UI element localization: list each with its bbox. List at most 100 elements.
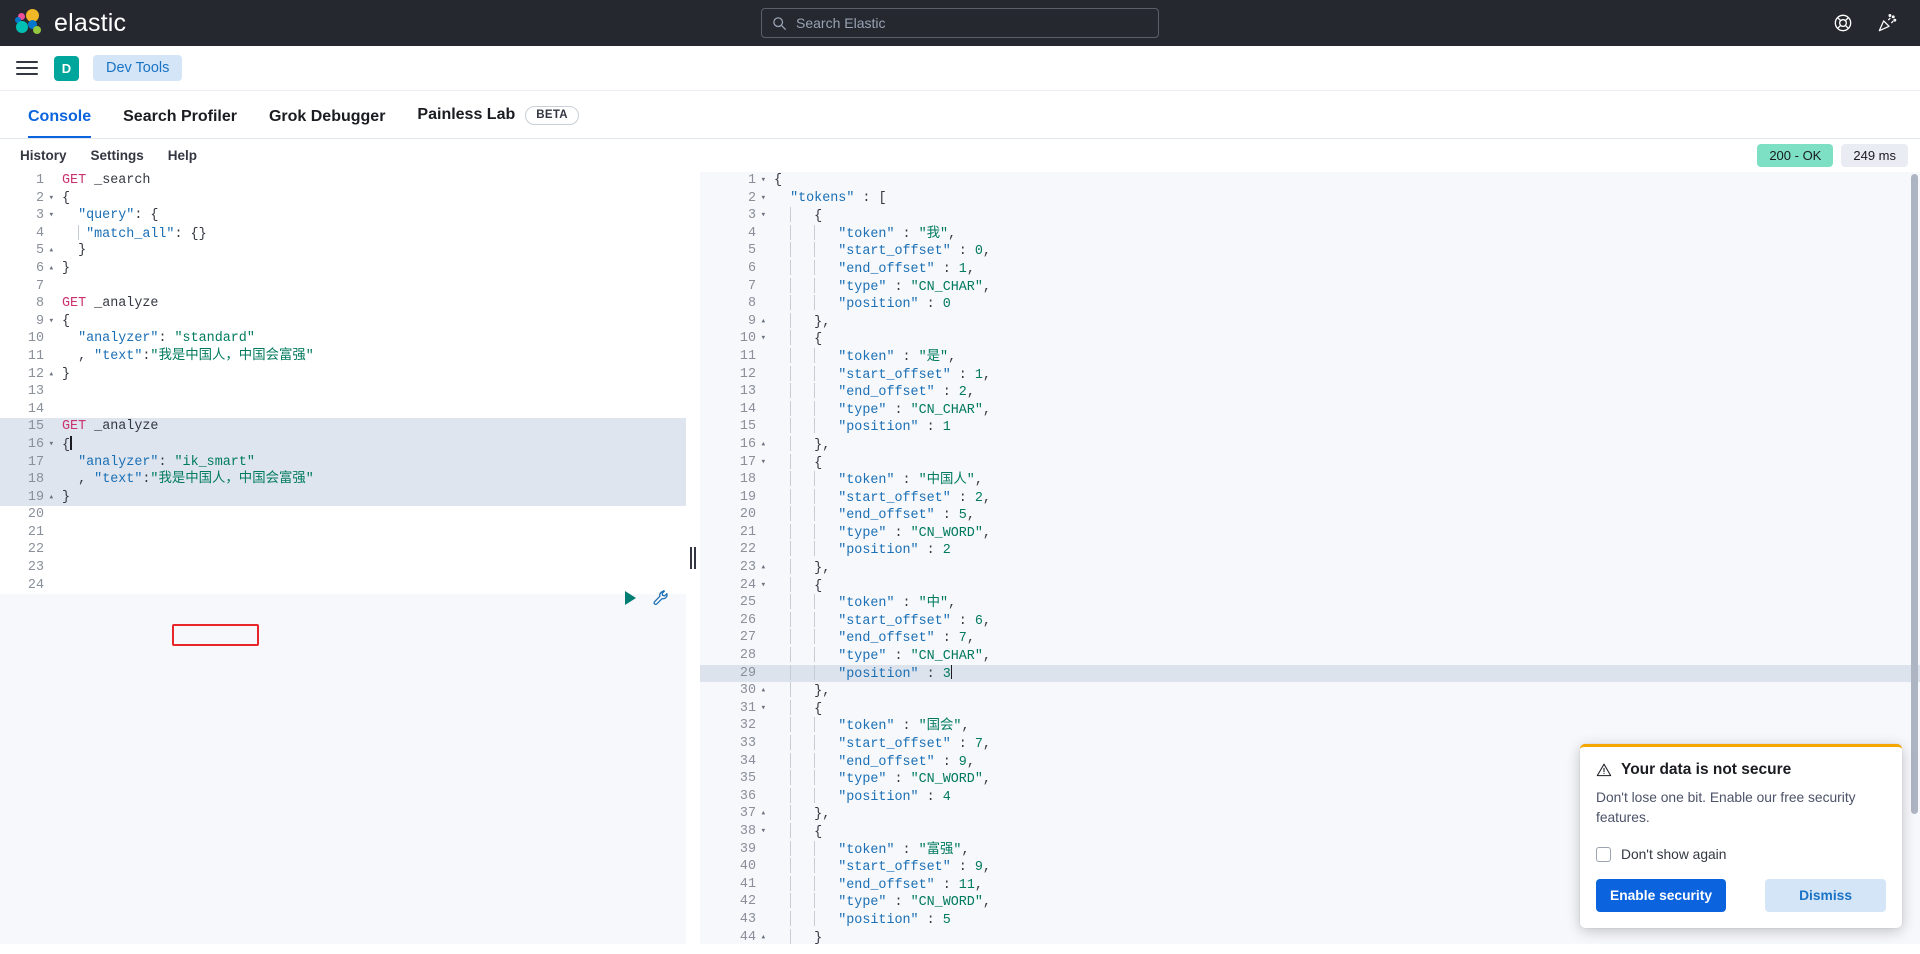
submenu-settings[interactable]: Settings xyxy=(81,145,154,166)
code-line[interactable]: 28 "type" : "CN_CHAR", xyxy=(700,647,1920,665)
code-line[interactable]: 18 , "text":"我是中国人，中国会富强" xyxy=(0,471,686,489)
submenu-history[interactable]: History xyxy=(10,145,77,166)
party-popper-icon[interactable] xyxy=(1876,12,1898,34)
code-line[interactable]: 9 ▴ }, xyxy=(700,312,1920,331)
menu-icon[interactable] xyxy=(14,55,40,81)
enable-security-button[interactable]: Enable security xyxy=(1596,879,1726,912)
code-line[interactable]: 12 "start_offset" : 1, xyxy=(700,365,1920,384)
code-line[interactable]: 3 ▾ "query": { xyxy=(0,207,686,225)
chevron-up-icon[interactable]: ▴ xyxy=(44,242,54,260)
chevron-down-icon[interactable]: ▾ xyxy=(44,190,54,208)
code-line[interactable]: 8 GET _analyze xyxy=(0,295,686,313)
play-icon[interactable] xyxy=(625,591,636,605)
code-line[interactable]: 11 , "text":"我是中国人，中国会富强" xyxy=(0,347,686,366)
chevron-up-icon[interactable]: ▴ xyxy=(756,682,766,700)
code-line[interactable]: 4 "token" : "我", xyxy=(700,224,1920,243)
code-line[interactable]: 23 ▴ }, xyxy=(700,559,1920,577)
chevron-down-icon[interactable]: ▾ xyxy=(44,436,54,454)
tab-console[interactable]: Console xyxy=(12,109,107,138)
chevron-up-icon[interactable]: ▴ xyxy=(756,929,766,944)
code-line[interactable]: 30 ▴ }, xyxy=(700,682,1920,700)
space-avatar[interactable]: D xyxy=(54,55,79,81)
chevron-up-icon[interactable]: ▴ xyxy=(756,805,766,823)
chevron-down-icon[interactable]: ▾ xyxy=(756,207,766,225)
code-line[interactable]: 4 "match_all": {} xyxy=(0,224,686,243)
wrench-icon[interactable] xyxy=(652,589,670,607)
dismiss-button[interactable]: Dismiss xyxy=(1765,879,1886,912)
code-line[interactable]: 6 "end_offset" : 1, xyxy=(700,259,1920,278)
code-line[interactable]: 10 "analyzer": "standard" xyxy=(0,330,686,348)
code-line[interactable]: 6 ▴} xyxy=(0,259,686,278)
code-line[interactable]: 26 "start_offset" : 6, xyxy=(700,611,1920,630)
chevron-up-icon[interactable]: ▴ xyxy=(756,313,766,331)
tab-grok-debugger[interactable]: Grok Debugger xyxy=(253,109,401,138)
chevron-down-icon[interactable]: ▾ xyxy=(756,454,766,472)
chevron-up-icon[interactable]: ▴ xyxy=(44,489,54,507)
code-line[interactable]: 20 xyxy=(0,506,686,524)
dont-show-again-checkbox[interactable]: Don't show again xyxy=(1596,847,1886,862)
tab-search-profiler[interactable]: Search Profiler xyxy=(107,109,253,138)
code-line[interactable]: 19 "start_offset" : 2, xyxy=(700,488,1920,507)
chevron-down-icon[interactable]: ▾ xyxy=(756,700,766,718)
code-line[interactable]: 17 "analyzer": "ik_smart" xyxy=(0,453,686,472)
code-line[interactable]: 31 ▾ { xyxy=(700,699,1920,718)
code-line[interactable]: 24 xyxy=(0,576,686,595)
lifebuoy-icon[interactable] xyxy=(1832,12,1854,34)
chevron-down-icon[interactable]: ▾ xyxy=(756,172,766,190)
global-search-box[interactable] xyxy=(761,8,1159,38)
code-line[interactable]: 13 "end_offset" : 2, xyxy=(700,383,1920,401)
chevron-down-icon[interactable]: ▾ xyxy=(44,313,54,331)
code-line[interactable]: 21 "type" : "CN_WORD", xyxy=(700,523,1920,542)
code-line[interactable]: 16 ▴ }, xyxy=(700,435,1920,454)
breadcrumb-item-dev-tools[interactable]: Dev Tools xyxy=(93,55,183,81)
code-line[interactable]: 2 ▾ "tokens" : [ xyxy=(700,189,1920,208)
code-line[interactable]: 17 ▾ { xyxy=(700,453,1920,472)
chevron-up-icon[interactable]: ▴ xyxy=(44,366,54,384)
chevron-down-icon[interactable]: ▾ xyxy=(756,577,766,595)
submenu-help[interactable]: Help xyxy=(158,145,207,166)
code-line[interactable]: 44 ▴ } xyxy=(700,928,1920,944)
request-code-rows[interactable]: 1 GET _search 2 ▾{3 ▾ "query": {4 "match_all… xyxy=(0,172,686,595)
code-line[interactable]: 7 "type" : "CN_CHAR", xyxy=(700,277,1920,296)
code-line[interactable]: 13 xyxy=(0,383,686,401)
code-line[interactable]: 14 xyxy=(0,400,686,419)
code-line[interactable]: 9 ▾{ xyxy=(0,312,686,331)
code-line[interactable]: 5 "start_offset" : 0, xyxy=(700,242,1920,260)
code-line[interactable]: 12 ▴} xyxy=(0,365,686,384)
response-scrollbar[interactable] xyxy=(1911,174,1918,814)
code-line[interactable]: 2 ▾{ xyxy=(0,189,686,208)
code-line[interactable]: 1 GET _search xyxy=(0,172,686,190)
code-line[interactable]: 10 ▾ { xyxy=(700,330,1920,348)
code-line[interactable]: 29 "position" : 3 xyxy=(700,664,1920,683)
code-line[interactable]: 22 xyxy=(0,541,686,560)
pane-resize-handle[interactable] xyxy=(686,172,700,944)
chevron-up-icon[interactable]: ▴ xyxy=(756,559,766,577)
chevron-up-icon[interactable]: ▴ xyxy=(756,436,766,454)
code-line[interactable]: 15 "position" : 1 xyxy=(700,418,1920,436)
tab-painless-lab[interactable]: Painless Lab BETA xyxy=(401,105,594,139)
code-line[interactable]: 3 ▾ { xyxy=(700,207,1920,225)
code-line[interactable]: 23 xyxy=(0,559,686,577)
request-editor[interactable]: 1 GET _search 2 ▾{3 ▾ "query": {4 "match_all… xyxy=(0,172,686,944)
code-line[interactable]: 25 "token" : "中", xyxy=(700,594,1920,612)
code-line[interactable]: 5 ▴ } xyxy=(0,242,686,260)
code-line[interactable]: 20 "end_offset" : 5, xyxy=(700,506,1920,524)
code-line[interactable]: 21 xyxy=(0,523,686,542)
code-line[interactable]: 27 "end_offset" : 7, xyxy=(700,629,1920,648)
code-line[interactable]: 1 ▾{ xyxy=(700,172,1920,190)
code-line[interactable]: 32 "token" : "国会", xyxy=(700,717,1920,735)
code-line[interactable]: 22 "position" : 2 xyxy=(700,541,1920,560)
chevron-down-icon[interactable]: ▾ xyxy=(756,330,766,348)
code-line[interactable]: 18 "token" : "中国人", xyxy=(700,471,1920,489)
chevron-down-icon[interactable]: ▾ xyxy=(756,823,766,841)
search-input[interactable] xyxy=(796,15,1148,31)
code-line[interactable]: 19 ▴} xyxy=(0,488,686,507)
code-line[interactable]: 11 "token" : "是", xyxy=(700,347,1920,366)
elastic-brand[interactable]: elastic xyxy=(0,8,126,38)
chevron-down-icon[interactable]: ▾ xyxy=(756,190,766,208)
chevron-down-icon[interactable]: ▾ xyxy=(44,207,54,225)
checkbox-box[interactable] xyxy=(1596,847,1611,862)
code-line[interactable]: 16 ▾{ xyxy=(0,435,686,454)
code-line[interactable]: 8 "position" : 0 xyxy=(700,295,1920,313)
chevron-up-icon[interactable]: ▴ xyxy=(44,260,54,278)
